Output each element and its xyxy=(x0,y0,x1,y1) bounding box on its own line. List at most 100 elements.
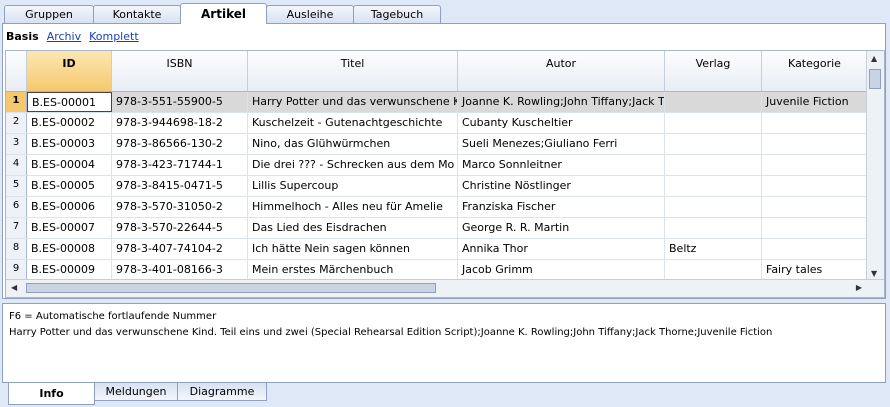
cell-id[interactable]: B.ES-00003 xyxy=(27,134,112,154)
cell-autor[interactable]: Joanne K. Rowling;John Tiffany;Jack T xyxy=(458,92,665,112)
row-number[interactable]: 6 xyxy=(6,197,27,217)
cell-isbn[interactable]: 978-3-407-74104-2 xyxy=(112,239,248,259)
cell-titel[interactable]: Das Lied des Eisdrachen xyxy=(248,218,458,238)
column-header-titel[interactable]: Titel xyxy=(248,51,458,91)
cell-kategorie[interactable] xyxy=(762,155,868,175)
table-row[interactable]: 2 B.ES-00002 978-3-944698-18-2 Kuschelzeit … xyxy=(6,113,868,134)
cell-verlag[interactable] xyxy=(665,134,762,154)
tab-info[interactable]: Info xyxy=(8,383,95,405)
cell-verlag[interactable] xyxy=(665,155,762,175)
row-number[interactable]: 8 xyxy=(6,239,27,259)
row-number[interactable]: 7 xyxy=(6,218,27,238)
cell-kategorie[interactable] xyxy=(762,239,868,259)
column-header-kategorie[interactable]: Kategorie xyxy=(762,51,868,91)
row-number[interactable]: 1 xyxy=(6,92,27,112)
cell-id[interactable]: B.ES-00008 xyxy=(27,239,112,259)
cell-isbn[interactable]: 978-3-570-31050-2 xyxy=(112,197,248,217)
column-header-id[interactable]: ID xyxy=(27,51,112,91)
cell-verlag[interactable] xyxy=(665,92,762,112)
tab-tagebuch[interactable]: Tagebuch xyxy=(353,5,441,23)
cell-verlag[interactable] xyxy=(665,176,762,196)
cell-verlag[interactable] xyxy=(665,260,762,280)
cell-verlag[interactable] xyxy=(665,218,762,238)
cell-titel[interactable]: Lillis Supercoup xyxy=(248,176,458,196)
cell-isbn[interactable]: 978-3-8415-0471-5 xyxy=(112,176,248,196)
scroll-up-icon[interactable]: ▲ xyxy=(871,54,877,63)
cell-isbn[interactable]: 978-3-944698-18-2 xyxy=(112,113,248,133)
cell-titel[interactable]: Kuschelzeit - Gutenachtgeschichte xyxy=(248,113,458,133)
cell-autor[interactable]: Cubanty Kuscheltier xyxy=(458,113,665,133)
view-basis[interactable]: Basis xyxy=(6,30,39,43)
cell-autor[interactable]: Annika Thor xyxy=(458,239,665,259)
tab-artikel[interactable]: Artikel xyxy=(180,3,267,24)
table-row[interactable]: 4 B.ES-00004 978-3-423-71744-1 Die drei ???… xyxy=(6,155,868,176)
cell-autor[interactable]: Marco Sonnleitner xyxy=(458,155,665,175)
tab-ausleihe[interactable]: Ausleihe xyxy=(266,5,354,23)
cell-kategorie[interactable]: Juvenile Fiction xyxy=(762,92,868,112)
vertical-scroll-thumb[interactable] xyxy=(869,69,881,89)
cell-titel[interactable]: Die drei ??? - Schrecken aus dem Mo xyxy=(248,155,458,175)
cell-id[interactable]: B.ES-00006 xyxy=(27,197,112,217)
scroll-down-icon[interactable]: ▼ xyxy=(871,269,877,278)
cell-kategorie[interactable]: Fairy tales xyxy=(762,260,868,280)
cell-titel[interactable]: Harry Potter und das verwunschene K xyxy=(248,92,458,112)
row-number-header xyxy=(6,51,27,91)
cell-titel[interactable]: Mein erstes Märchenbuch xyxy=(248,260,458,280)
cell-titel[interactable]: Ich hätte Nein sagen können xyxy=(248,239,458,259)
tab-meldungen[interactable]: Meldungen xyxy=(94,383,178,401)
tab-kontakte[interactable]: Kontakte xyxy=(93,5,181,23)
cell-isbn[interactable]: 978-3-423-71744-1 xyxy=(112,155,248,175)
table-row[interactable]: 8 B.ES-00008 978-3-407-74104-2 Ich hätte Ne… xyxy=(6,239,868,260)
scroll-left-icon[interactable]: ◀ xyxy=(11,283,17,292)
cell-autor[interactable]: Franziska Fischer xyxy=(458,197,665,217)
cell-id[interactable]: B.ES-00005 xyxy=(27,176,112,196)
cell-id[interactable]: B.ES-00002 xyxy=(27,113,112,133)
cell-kategorie[interactable] xyxy=(762,113,868,133)
table-row[interactable]: 1 B.ES-00001 978-3-551-55900-5 Harry Potter… xyxy=(6,92,868,113)
cell-id[interactable]: B.ES-00007 xyxy=(27,218,112,238)
cell-verlag[interactable]: Beltz xyxy=(665,239,762,259)
cell-autor[interactable]: George R. R. Martin xyxy=(458,218,665,238)
row-number[interactable]: 5 xyxy=(6,176,27,196)
cell-isbn[interactable]: 978-3-570-22644-5 xyxy=(112,218,248,238)
cell-autor[interactable]: Christine Nöstlinger xyxy=(458,176,665,196)
table-row[interactable]: 7 B.ES-00007 978-3-570-22644-5 Das Lied des… xyxy=(6,218,868,239)
column-header-isbn[interactable]: ISBN xyxy=(112,51,248,91)
horizontal-scroll-thumb[interactable] xyxy=(26,283,436,293)
horizontal-scrollbar[interactable]: ◀ ▶ xyxy=(6,279,884,297)
cell-autor[interactable]: Sueli Menezes;Giuliano Ferri xyxy=(458,134,665,154)
row-number[interactable]: 9 xyxy=(6,260,27,280)
cell-id[interactable]: B.ES-00009 xyxy=(27,260,112,280)
column-header-autor[interactable]: Autor xyxy=(458,51,665,91)
table-row[interactable]: 5 B.ES-00005 978-3-8415-0471-5 Lillis Super… xyxy=(6,176,868,197)
cell-kategorie[interactable] xyxy=(762,134,868,154)
cell-isbn[interactable]: 978-3-86566-130-2 xyxy=(112,134,248,154)
cell-verlag[interactable] xyxy=(665,197,762,217)
table-row[interactable]: 6 B.ES-00006 978-3-570-31050-2 Himmelhoch -… xyxy=(6,197,868,218)
cell-autor[interactable]: Jacob Grimm xyxy=(458,260,665,280)
tab-diagramme[interactable]: Diagramme xyxy=(177,383,267,401)
cell-titel[interactable]: Nino, das Glühwürmchen xyxy=(248,134,458,154)
row-number[interactable]: 2 xyxy=(6,113,27,133)
cell-isbn[interactable]: 978-3-401-08166-3 xyxy=(112,260,248,280)
cell-isbn[interactable]: 978-3-551-55900-5 xyxy=(112,92,248,112)
articles-table: ID ISBN Titel Autor Verlag Kategorie 1 B.… xyxy=(5,50,885,298)
cell-id[interactable]: B.ES-00004 xyxy=(27,155,112,175)
vertical-scrollbar[interactable]: ▲ ▼ xyxy=(866,51,884,281)
column-header-verlag[interactable]: Verlag xyxy=(665,51,762,91)
cell-kategorie[interactable] xyxy=(762,176,868,196)
cell-titel[interactable]: Himmelhoch - Alles neu für Amelie xyxy=(248,197,458,217)
row-number[interactable]: 4 xyxy=(6,155,27,175)
cell-kategorie[interactable] xyxy=(762,218,868,238)
row-number[interactable]: 3 xyxy=(6,134,27,154)
view-archiv[interactable]: Archiv xyxy=(47,30,81,43)
bottom-tab-bar: Info Meldungen Diagramme xyxy=(8,383,267,405)
cell-verlag[interactable] xyxy=(665,113,762,133)
tab-gruppen[interactable]: Gruppen xyxy=(4,5,94,23)
cell-kategorie[interactable] xyxy=(762,197,868,217)
cell-id[interactable]: B.ES-00001 xyxy=(27,92,112,112)
scroll-right-icon[interactable]: ▶ xyxy=(856,283,862,292)
table-row[interactable]: 3 B.ES-00003 978-3-86566-130-2 Nino, das Gl… xyxy=(6,134,868,155)
view-komplett[interactable]: Komplett xyxy=(89,30,139,43)
table-row[interactable]: 9 B.ES-00009 978-3-401-08166-3 Mein erstes … xyxy=(6,260,868,281)
